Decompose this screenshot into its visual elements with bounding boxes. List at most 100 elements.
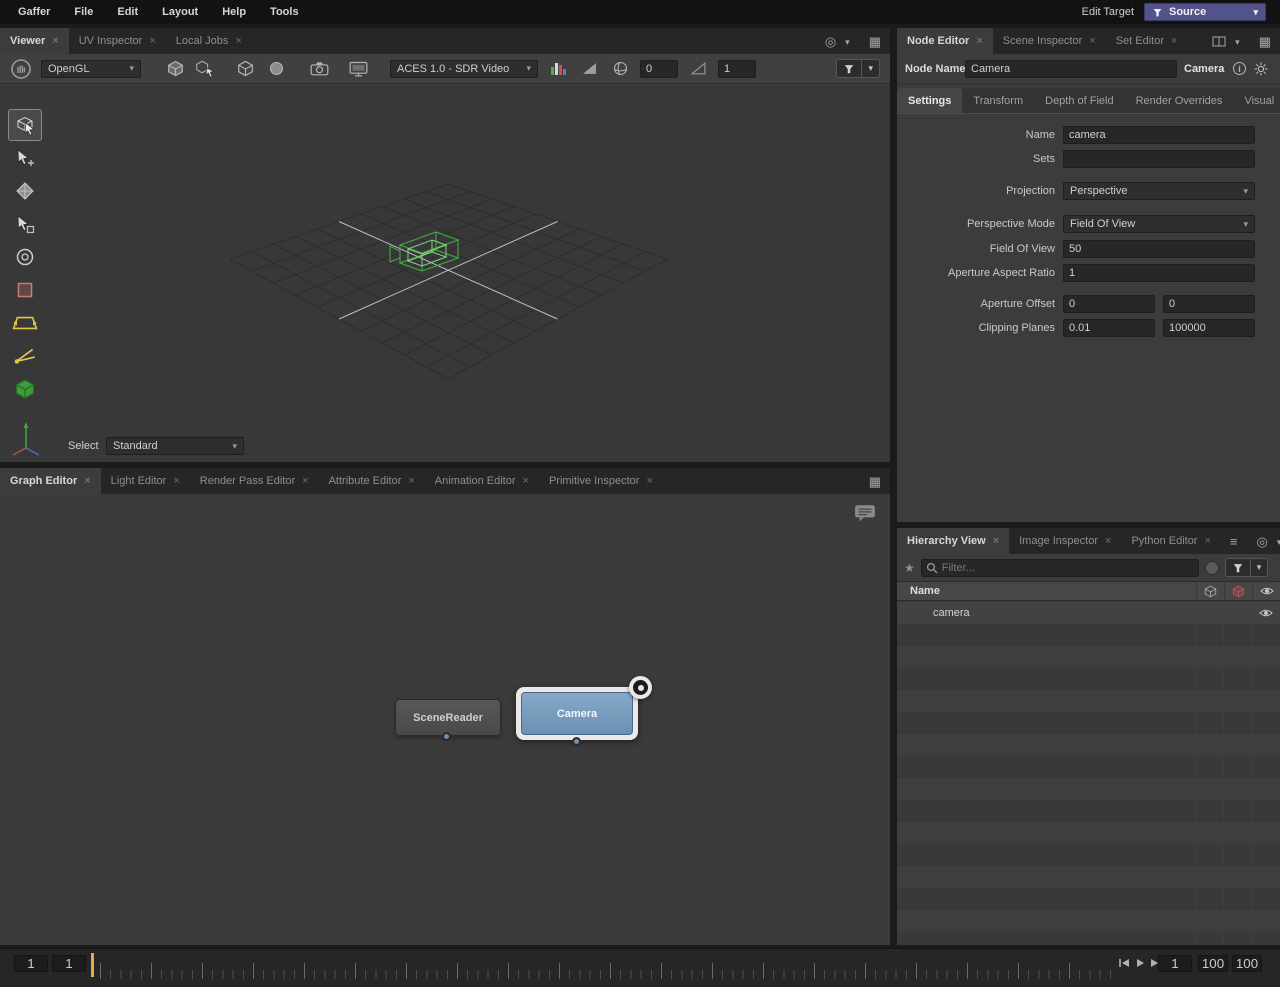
- annotation-icon[interactable]: [854, 504, 876, 522]
- tab-node-editor[interactable]: Node Editor: [897, 28, 993, 54]
- tab-render-pass-editor[interactable]: Render Pass Editor: [190, 468, 319, 494]
- fov-tool-icon[interactable]: [8, 340, 42, 372]
- frame-count-input[interactable]: [1232, 955, 1262, 972]
- display-options-icon[interactable]: [347, 58, 369, 80]
- tab-python-editor[interactable]: Python Editor: [1121, 528, 1220, 554]
- frame-input[interactable]: [1158, 955, 1192, 972]
- split-layout-icon[interactable]: [1212, 36, 1226, 47]
- search-scope-icon[interactable]: [1205, 561, 1219, 575]
- exposure-icon[interactable]: [609, 58, 631, 80]
- visibility-column-icon[interactable]: [1252, 582, 1280, 600]
- tab-transform[interactable]: Transform: [962, 88, 1034, 113]
- tab-render-overrides[interactable]: Render Overrides: [1125, 88, 1234, 113]
- chevron-down-icon[interactable]: [861, 60, 879, 77]
- tab-animation-editor[interactable]: Animation Editor: [425, 468, 539, 494]
- close-tab-icon[interactable]: [173, 475, 179, 487]
- node-camera[interactable]: Camera: [521, 692, 633, 735]
- node-output-plug[interactable]: [572, 737, 581, 746]
- close-tab-icon[interactable]: [1089, 35, 1095, 47]
- close-tab-icon[interactable]: [646, 475, 652, 487]
- tab-overflow-icon[interactable]: [1230, 535, 1238, 548]
- tab-attribute-editor[interactable]: Attribute Editor: [319, 468, 425, 494]
- tab-graph-editor[interactable]: Graph Editor: [0, 468, 101, 494]
- layout-menu-icon[interactable]: [1259, 35, 1271, 48]
- close-tab-icon[interactable]: [976, 35, 982, 47]
- shading-mode-icon[interactable]: [164, 58, 186, 80]
- tab-local-jobs[interactable]: Local Jobs: [166, 28, 252, 54]
- tab-image-inspector[interactable]: Image Inspector: [1009, 528, 1121, 554]
- layout-menu-icon[interactable]: [869, 475, 881, 488]
- tab-scene-inspector[interactable]: Scene Inspector: [993, 28, 1106, 54]
- tab-light-editor[interactable]: Light Editor: [101, 468, 190, 494]
- close-tab-icon[interactable]: [408, 475, 414, 487]
- scene-column-icon[interactable]: [1196, 582, 1224, 600]
- exclude-column-icon[interactable]: [1224, 582, 1252, 600]
- selection-mask-icon[interactable]: [195, 58, 217, 80]
- range-end-input[interactable]: [1198, 955, 1228, 972]
- bookmark-star-icon[interactable]: [904, 561, 915, 575]
- close-tab-icon[interactable]: [993, 535, 999, 547]
- select-mode-dropdown[interactable]: Standard: [106, 437, 244, 455]
- field-of-view-input[interactable]: [1063, 240, 1255, 258]
- eye-icon[interactable]: [1252, 602, 1280, 624]
- close-tab-icon[interactable]: [235, 35, 241, 47]
- display-transform-dropdown[interactable]: ACES 1.0 - SDR Video: [390, 60, 538, 78]
- close-tab-icon[interactable]: [1204, 535, 1210, 547]
- select-tool-icon[interactable]: [8, 109, 42, 141]
- aperture-offset-y-input[interactable]: [1163, 295, 1255, 313]
- playhead[interactable]: [91, 953, 94, 977]
- perspective-mode-dropdown[interactable]: Field Of View: [1063, 215, 1255, 233]
- filter-input[interactable]: [921, 559, 1199, 577]
- gear-icon[interactable]: [1254, 62, 1268, 76]
- node-output-plug[interactable]: [442, 732, 451, 741]
- info-icon[interactable]: [1233, 62, 1246, 75]
- channels-icon[interactable]: [547, 58, 569, 80]
- tab-hierarchy-view[interactable]: Hierarchy View: [897, 528, 1009, 554]
- close-tab-icon[interactable]: [1105, 535, 1111, 547]
- close-tab-icon[interactable]: [302, 475, 308, 487]
- close-tab-icon[interactable]: [523, 475, 529, 487]
- chevron-down-icon[interactable]: [845, 35, 850, 47]
- close-tab-icon[interactable]: [149, 35, 155, 47]
- play-icon[interactable]: [1135, 958, 1145, 968]
- tab-visual[interactable]: Visual: [1233, 88, 1280, 113]
- close-tab-icon[interactable]: [1171, 35, 1177, 47]
- name-column-header[interactable]: Name: [897, 585, 1196, 597]
- skip-start-icon[interactable]: [1118, 958, 1130, 968]
- pin-editor-icon[interactable]: [825, 35, 836, 48]
- scene-geometry-icon[interactable]: [8, 373, 42, 405]
- scale-tool-icon[interactable]: [8, 208, 42, 240]
- focus-node-indicator[interactable]: [629, 676, 652, 699]
- pin-editor-icon[interactable]: [1257, 535, 1268, 548]
- viewer-settings-button[interactable]: [836, 59, 880, 78]
- menu-layout[interactable]: Layout: [150, 0, 210, 24]
- tab-viewer[interactable]: Viewer: [0, 28, 69, 54]
- frame-tool-icon[interactable]: [8, 307, 42, 339]
- translate-tool-icon[interactable]: [8, 142, 42, 174]
- layout-menu-icon[interactable]: [869, 35, 881, 48]
- gamma-input[interactable]: [718, 60, 756, 78]
- sphere-shading-icon[interactable]: [265, 58, 287, 80]
- node-name-input[interactable]: [965, 60, 1177, 78]
- pan-tool-icon[interactable]: [10, 58, 32, 80]
- camera-tool-icon[interactable]: [8, 241, 42, 273]
- edit-target-source-button[interactable]: Source: [1144, 3, 1266, 21]
- aperture-offset-x-input[interactable]: [1063, 295, 1155, 313]
- exposure-input[interactable]: [640, 60, 678, 78]
- graph-canvas[interactable]: SceneReader Camera: [0, 494, 890, 945]
- projection-dropdown[interactable]: Perspective: [1063, 182, 1255, 200]
- gamma-icon[interactable]: [687, 58, 709, 80]
- rotate-tool-icon[interactable]: [8, 175, 42, 207]
- frame-ruler[interactable]: [100, 955, 1116, 979]
- chevron-down-icon[interactable]: [1235, 35, 1240, 47]
- menu-edit[interactable]: Edit: [105, 0, 150, 24]
- histogram-icon[interactable]: [578, 58, 600, 80]
- menu-help[interactable]: Help: [210, 0, 258, 24]
- menu-tools[interactable]: Tools: [258, 0, 311, 24]
- range-start-input[interactable]: [14, 955, 48, 972]
- renderer-dropdown[interactable]: OpenGL: [41, 60, 141, 78]
- clipping-planes-far-input[interactable]: [1163, 319, 1255, 337]
- close-tab-icon[interactable]: [84, 475, 90, 487]
- menu-gaffer[interactable]: Gaffer: [6, 0, 62, 24]
- tab-uv-inspector[interactable]: UV Inspector: [69, 28, 166, 54]
